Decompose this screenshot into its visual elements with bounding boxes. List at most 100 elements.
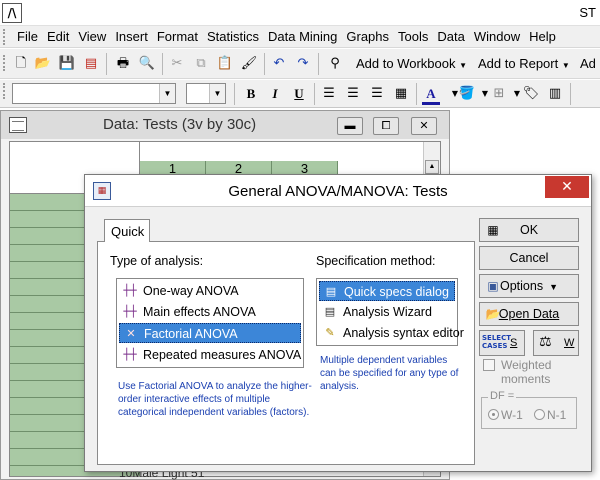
format-painter-icon[interactable]: 🖌 — [240, 55, 258, 73]
chevron-down-icon[interactable]: ▼ — [209, 84, 225, 103]
list-item-label: Analysis syntax editor — [343, 326, 464, 340]
pdf-icon[interactable]: ▤ — [82, 55, 100, 73]
menu-data[interactable]: Data — [434, 29, 470, 44]
cancel-button-label: Cancel — [509, 251, 549, 265]
print-preview-icon[interactable]: 🔍 — [138, 55, 156, 73]
scroll-up-icon[interactable]: ▲ — [425, 160, 439, 174]
select-cases-label-2: CASES — [482, 342, 508, 350]
dialog-close-button[interactable]: ✕ — [545, 176, 589, 198]
formatting-toolbar: ▼ ▼ B I U ☰ ☰ ☰ ▦ A ▼ 🪣 ▼ ⊞ ▼ 🏷 ▥ — [0, 80, 600, 108]
menu-window[interactable]: Window — [471, 29, 526, 44]
tag-icon[interactable]: 🏷 — [522, 85, 540, 103]
anova-chart-icon: ┼┼ — [123, 348, 137, 361]
list-item-factorial-anova[interactable]: ✕ Factorial ANOVA — [119, 323, 301, 343]
undo-icon[interactable]: ↶ — [270, 55, 288, 73]
save-icon[interactable]: 💾 — [58, 55, 76, 73]
open-folder-icon[interactable]: 📂 — [34, 55, 52, 73]
add-truncated-button[interactable]: Ad — [580, 56, 596, 71]
chevron-down-icon[interactable]: ▼ — [159, 84, 175, 103]
restore-button[interactable]: ⧠ — [373, 117, 399, 135]
list-item-label: Factorial ANOVA — [144, 327, 238, 341]
df-group-label: DF = — [488, 390, 517, 402]
toolbar-grip-handle[interactable] — [3, 55, 8, 71]
list-item-analysis-wizard[interactable]: ▤ Analysis Wizard — [319, 302, 455, 322]
font-color-button[interactable]: A — [422, 85, 440, 105]
cancel-button[interactable]: Cancel — [479, 246, 579, 270]
weight-button[interactable]: ⚖ W — [533, 330, 579, 356]
list-item-repeated-measures-anova[interactable]: ┼┼ Repeated measures ANOVA — [119, 345, 301, 365]
menu-tools[interactable]: Tools — [395, 29, 434, 44]
menu-data-mining[interactable]: Data Mining — [265, 29, 343, 44]
fill-color-icon[interactable]: 🪣 — [458, 85, 476, 103]
font-name-combo[interactable]: ▼ — [12, 83, 176, 104]
dialog-title-bar[interactable]: ▦ General ANOVA/MANOVA: Tests ✕ — [85, 175, 591, 207]
cell-format-icon[interactable]: ▦ — [392, 85, 410, 103]
specification-method-list[interactable]: ▤ Quick specs dialog ▤ Analysis Wizard ✎… — [316, 278, 464, 346]
toolbar-grip-handle[interactable] — [3, 83, 8, 99]
quick-tab-panel: Type of analysis: ┼┼ One-way ANOVA ┼┼ Ma… — [97, 241, 475, 465]
tab-quick[interactable]: Quick — [104, 219, 150, 242]
analysis-type-list[interactable]: ┼┼ One-way ANOVA ┼┼ Main effects ANOVA ✕… — [116, 278, 304, 368]
ok-button[interactable]: ▦ OK — [479, 218, 579, 242]
open-data-button[interactable]: 📂 Open Data — [479, 302, 579, 326]
list-item-label: Repeated measures ANOVA — [143, 348, 302, 362]
df-radio-w-1[interactable]: W-1 — [488, 408, 523, 422]
chevron-down-icon: ▼ — [459, 61, 468, 70]
underline-button[interactable]: U — [290, 85, 308, 103]
data-window-title-bar[interactable]: Data: Tests (3v by 30c) ▬ ⧠ ✕ — [1, 111, 449, 139]
menu-format[interactable]: Format — [154, 29, 204, 44]
add-to-workbook-button[interactable]: Add to Workbook ▼ — [356, 56, 467, 71]
menu-grip-handle[interactable] — [3, 29, 8, 45]
print-icon[interactable]: 🖶 — [114, 55, 132, 73]
menu-file[interactable]: File — [14, 29, 44, 44]
chevron-down-icon: ▼ — [561, 61, 570, 70]
options-button[interactable]: ▣ Options ▼ — [479, 274, 579, 298]
menu-insert[interactable]: Insert — [112, 29, 154, 44]
toolbar-separator — [416, 83, 417, 105]
align-left-icon[interactable]: ☰ — [320, 85, 338, 103]
cut-icon[interactable]: ✂ — [168, 55, 186, 73]
paste-icon[interactable]: 📋 — [216, 55, 234, 73]
close-button[interactable]: ✕ — [411, 117, 437, 135]
grid-toggle-icon[interactable]: ▥ — [546, 85, 564, 103]
align-right-icon[interactable]: ☰ — [368, 85, 386, 103]
open-data-button-label: Open Data — [498, 307, 560, 321]
app-logo-icon[interactable]: /\ — [2, 3, 22, 23]
add-to-report-button[interactable]: Add to Report ▼ — [478, 56, 570, 71]
open-folder-icon: 📂 — [485, 307, 501, 321]
menu-help[interactable]: Help — [526, 29, 562, 44]
italic-button[interactable]: I — [266, 85, 284, 103]
list-item-label: Quick specs dialog — [344, 285, 449, 299]
list-item-quick-specs-dialog[interactable]: ▤ Quick specs dialog — [319, 281, 455, 301]
df-radio-n-1[interactable]: N-1 — [534, 408, 566, 422]
radio-unselected-icon[interactable] — [534, 409, 545, 420]
bold-button[interactable]: B — [242, 85, 260, 103]
list-item-main-effects-anova[interactable]: ┼┼ Main effects ANOVA — [119, 302, 301, 322]
specification-method-label: Specification method: — [316, 254, 436, 268]
find-binoculars-icon[interactable]: ⚲ — [326, 55, 344, 73]
df-group: DF = W-1 N-1 — [481, 390, 577, 429]
menu-bar: File Edit View Insert Format Statistics … — [0, 26, 600, 48]
menu-graphs[interactable]: Graphs — [343, 29, 395, 44]
toolbar-separator — [570, 83, 571, 105]
radio-selected-icon[interactable] — [488, 409, 499, 420]
factorial-chart-icon: ✕ — [126, 327, 136, 340]
weighted-moments-checkbox[interactable]: Weighted moments — [483, 358, 573, 386]
menu-view[interactable]: View — [75, 29, 112, 44]
list-item-one-way-anova[interactable]: ┼┼ One-way ANOVA — [119, 281, 301, 301]
borders-icon[interactable]: ⊞ — [490, 85, 508, 103]
checkbox-box[interactable] — [483, 359, 495, 371]
copy-icon[interactable]: ⧉ — [192, 55, 210, 73]
menu-statistics[interactable]: Statistics — [204, 29, 265, 44]
menu-edit[interactable]: Edit — [44, 29, 75, 44]
list-item-analysis-syntax-editor[interactable]: ✎ Analysis syntax editor — [319, 323, 464, 343]
new-file-icon[interactable]: 🗋 — [12, 55, 30, 73]
type-of-analysis-label: Type of analysis: — [110, 254, 204, 268]
align-center-icon[interactable]: ☰ — [344, 85, 362, 103]
minimize-button[interactable]: ▬ — [337, 117, 363, 135]
font-size-combo[interactable]: ▼ — [186, 83, 226, 104]
select-cases-button[interactable]: SELECT CASES S — [479, 330, 525, 356]
anova-chart-icon: ┼┼ — [123, 284, 137, 297]
redo-icon[interactable]: ↷ — [294, 55, 312, 73]
grid-icon: ▦ — [487, 223, 499, 237]
